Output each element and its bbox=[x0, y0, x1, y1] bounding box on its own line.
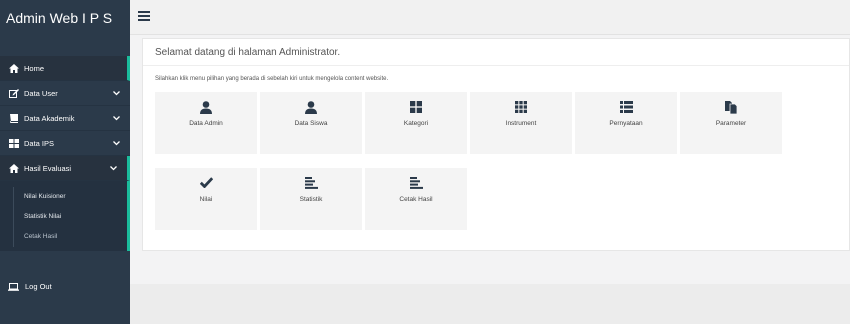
tile-label: Statistik bbox=[299, 196, 323, 203]
windows-icon bbox=[8, 138, 19, 148]
tile-label: Data Siswa bbox=[294, 120, 328, 127]
book-icon bbox=[8, 113, 19, 123]
user-icon bbox=[260, 101, 362, 115]
copy-icon bbox=[680, 101, 782, 115]
chevron-down-icon bbox=[113, 139, 120, 148]
tile-cetak-hasil[interactable]: Cetak Hasil bbox=[365, 168, 467, 230]
sidebar-item-hasil-evaluasi[interactable]: Hasil Evaluasi bbox=[0, 156, 130, 181]
align-left-icon bbox=[365, 177, 467, 191]
sidebar-item-data-akademik[interactable]: Data Akademik bbox=[0, 106, 130, 131]
tile-statistik[interactable]: Statistik bbox=[260, 168, 362, 230]
grid-icon bbox=[365, 101, 467, 115]
tile-data-siswa[interactable]: Data Siswa bbox=[260, 92, 362, 154]
sidebar-subitem-cetak-hasil[interactable]: Cetak Hasil bbox=[0, 227, 127, 247]
tile-label: Pernyataan bbox=[609, 120, 643, 127]
edit-icon bbox=[8, 88, 19, 98]
page-description: Silahkan klik menu pilihan yang berada d… bbox=[155, 76, 389, 82]
home-icon bbox=[8, 163, 19, 173]
chevron-down-icon bbox=[113, 89, 120, 98]
top-bar bbox=[130, 0, 850, 35]
sidebar-item-label: Data Akademik bbox=[24, 113, 75, 123]
tile-pernyataan[interactable]: Pernyataan bbox=[575, 92, 677, 154]
sidebar-subitem-statistik-nilai[interactable]: Statistik Nilai bbox=[0, 207, 127, 227]
welcome-panel: Selamat datang di halaman Administrator.… bbox=[142, 38, 850, 251]
tile-label: Nilai bbox=[199, 196, 213, 203]
tile-label: Instrument bbox=[505, 120, 537, 127]
tile-nilai[interactable]: Nilai bbox=[155, 168, 257, 230]
check-icon bbox=[155, 177, 257, 191]
logout-label: Log Out bbox=[25, 282, 52, 291]
tile-kategori[interactable]: Kategori bbox=[365, 92, 467, 154]
tile-data-admin[interactable]: Data Admin bbox=[155, 92, 257, 154]
tile-label: Cetak Hasil bbox=[399, 196, 433, 203]
sidebar-item-label: Data User bbox=[24, 88, 58, 98]
tile-instrument[interactable]: Instrument bbox=[470, 92, 572, 154]
hamburger-menu-icon[interactable] bbox=[138, 11, 150, 21]
brand-title[interactable]: Admin Web I P S bbox=[0, 0, 130, 38]
sidebar-item-data-ips[interactable]: Data IPS bbox=[0, 131, 130, 156]
user-icon bbox=[155, 101, 257, 115]
tile-label: Data Admin bbox=[189, 120, 223, 127]
home-icon bbox=[8, 63, 19, 73]
tile-label: Parameter bbox=[715, 120, 747, 127]
chevron-down-icon bbox=[113, 114, 120, 123]
sidebar-nav: Home Data User Data Akademik Data IPS Ha… bbox=[0, 56, 130, 251]
sidebar-item-data-user[interactable]: Data User bbox=[0, 81, 130, 106]
align-left-icon bbox=[260, 177, 362, 191]
sidebar-submenu: Nilai Kuisioner Statistik Nilai Cetak Ha… bbox=[0, 181, 130, 251]
sidebar-item-label: Data IPS bbox=[24, 138, 55, 148]
sidebar-item-home[interactable]: Home bbox=[0, 56, 130, 81]
footer bbox=[130, 284, 850, 324]
page-title: Selamat datang di halaman Administrator. bbox=[155, 47, 341, 58]
tile-parameter[interactable]: Parameter bbox=[680, 92, 782, 154]
sidebar-item-label: Hasil Evaluasi bbox=[24, 163, 72, 173]
divider bbox=[143, 65, 849, 66]
list-icon bbox=[575, 101, 677, 115]
chevron-down-icon bbox=[110, 164, 117, 173]
grid-dots-icon bbox=[470, 101, 572, 115]
tile-label: Kategori bbox=[403, 120, 429, 127]
logout-link[interactable]: Log Out bbox=[8, 282, 52, 291]
sidebar-subitem-nilai-kuisioner[interactable]: Nilai Kuisioner bbox=[0, 187, 127, 207]
sidebar: Admin Web I P S Home Data User Data Akad… bbox=[0, 0, 130, 324]
laptop-icon bbox=[8, 282, 19, 291]
sidebar-item-label: Home bbox=[24, 63, 45, 73]
